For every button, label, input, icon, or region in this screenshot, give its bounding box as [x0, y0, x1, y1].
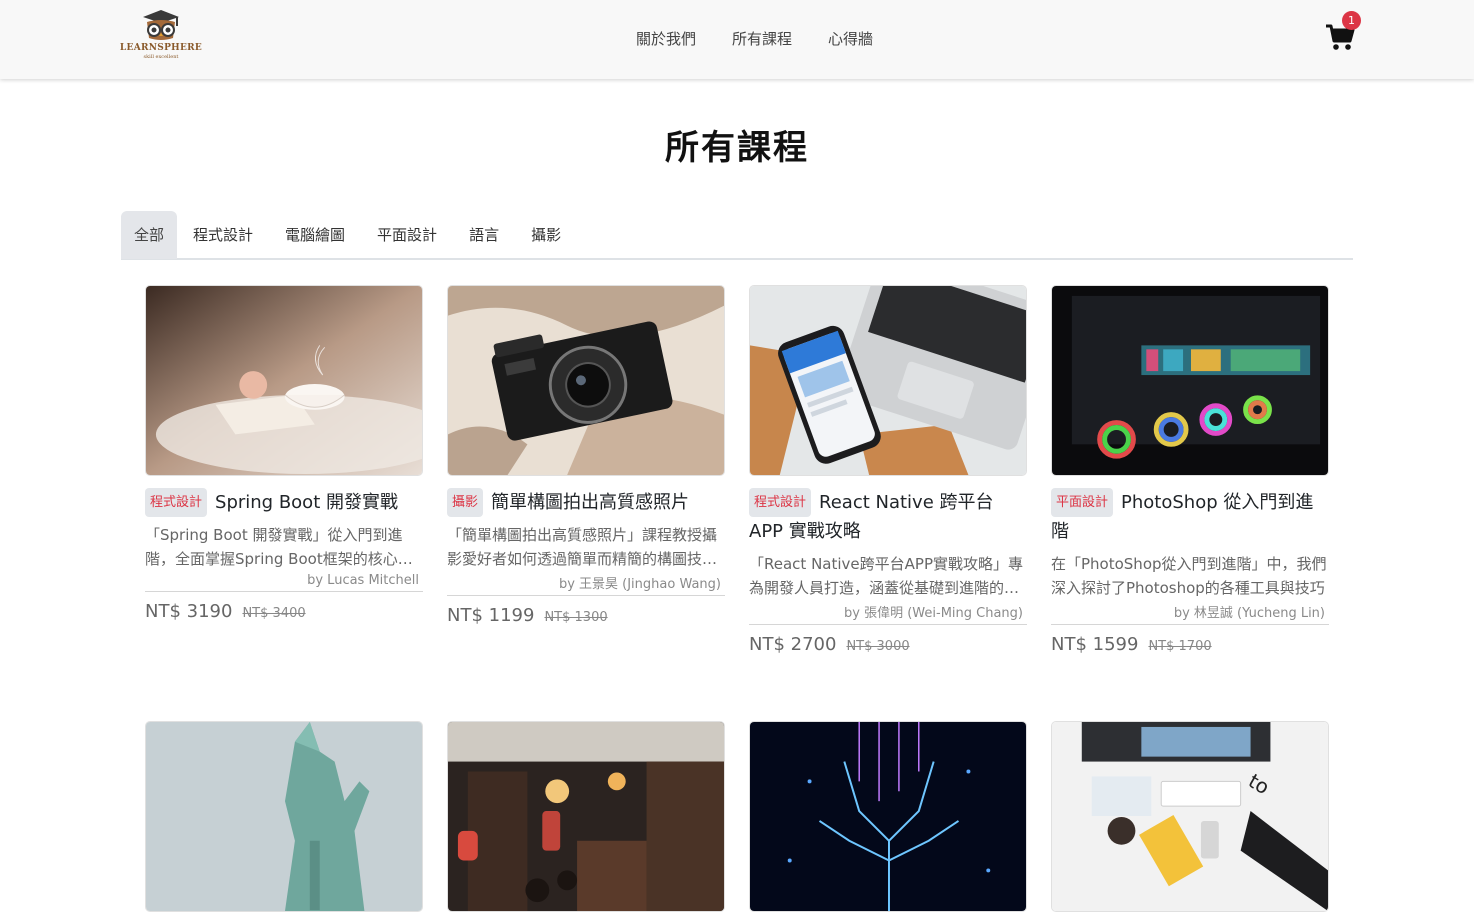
course-description: 在「PhotoShop從入門到進階」中，我們深入探討了Photoshop的各種工… [1051, 555, 1327, 597]
course-price: NT$ 2700 NT$ 3000 [749, 634, 1027, 655]
course-image-camera[interactable] [447, 285, 725, 476]
course-title: 程式設計 React Native 跨平台 APP 實戰攻略 [749, 488, 1027, 546]
course-card[interactable]: to [1051, 721, 1329, 912]
course-author: by 林昱誠 (Yucheng Lin) [1051, 600, 1329, 625]
nav-link-courses[interactable]: 所有課程 [716, 28, 812, 49]
course-title: 平面設計 PhotoShop 從入門到進階 [1051, 488, 1329, 546]
current-price: NT$ 2700 [749, 634, 837, 655]
course-title-text: 簡單構圖拍出高質感照片 [491, 492, 690, 513]
course-price: NT$ 3190 NT$ 3400 [145, 601, 423, 622]
category-badge: 程式設計 [145, 488, 208, 517]
course-card[interactable]: 程式設計 Spring Boot 開發實戰 「Spring Boot 開發實戰」從… [145, 285, 423, 622]
category-tabs: 全部 程式設計 電腦繪圖 平面設計 語言 攝影 [121, 211, 1353, 260]
course-title-text: Spring Boot 開發實戰 [215, 492, 398, 513]
logo-text: LEARNSPHERE [119, 43, 203, 53]
original-price: NT$ 3000 [846, 639, 910, 654]
tab-language[interactable]: 語言 [453, 211, 515, 259]
course-image-color-grading[interactable] [1051, 285, 1329, 476]
page-title: 所有課程 [665, 128, 809, 168]
category-badge: 平面設計 [1051, 488, 1114, 517]
logo-subtitle: skill excellent [143, 54, 179, 60]
course-author: by 王景昊 (Jinghao Wang) [447, 571, 725, 596]
tab-photography[interactable]: 攝影 [515, 211, 577, 259]
course-image-night-street[interactable] [447, 721, 725, 912]
nav-link-about[interactable]: 關於我們 [620, 28, 716, 49]
category-badge: 程式設計 [749, 488, 812, 517]
course-title: 程式設計 Spring Boot 開發實戰 [145, 488, 423, 517]
category-badge: 攝影 [447, 488, 484, 517]
owl-logo-icon [143, 10, 179, 40]
current-price: NT$ 1599 [1051, 634, 1139, 655]
course-card[interactable]: 程式設計 React Native 跨平台 APP 實戰攻略 「React Nat… [749, 285, 1027, 655]
original-price: NT$ 1700 [1148, 639, 1212, 654]
current-price: NT$ 1199 [447, 605, 535, 626]
course-price: NT$ 1199 NT$ 1300 [447, 605, 725, 626]
course-card[interactable] [447, 721, 725, 912]
course-image-phone-laptop[interactable] [749, 285, 1027, 476]
course-description: 「Spring Boot 開發實戰」從入門到進階，全面掌握Spring Boot… [145, 526, 413, 568]
original-price: NT$ 1300 [544, 610, 608, 625]
cart-count-badge: 1 [1342, 11, 1361, 30]
navbar: LEARNSPHERE skill excellent 關於我們 所有課程 心得… [0, 0, 1474, 79]
course-author: by Lucas Mitchell [145, 571, 423, 592]
tab-graphic-design[interactable]: 平面設計 [361, 211, 453, 259]
nav-link-reviews[interactable]: 心得牆 [812, 28, 893, 49]
tab-all[interactable]: 全部 [121, 211, 178, 259]
course-image-desk-workspace[interactable]: to [1051, 721, 1329, 912]
course-image-digital-tree[interactable] [749, 721, 1027, 912]
current-price: NT$ 3190 [145, 601, 233, 622]
nav-links: 關於我們 所有課程 心得牆 [620, 28, 893, 49]
course-price: NT$ 1599 NT$ 1700 [1051, 634, 1329, 655]
logo[interactable]: LEARNSPHERE skill excellent [118, 8, 204, 68]
original-price: NT$ 3400 [242, 606, 306, 621]
tab-programming[interactable]: 程式設計 [177, 211, 269, 259]
course-image-tea[interactable] [145, 285, 423, 476]
course-card[interactable] [145, 721, 423, 912]
course-image-statue-of-liberty[interactable] [145, 721, 423, 912]
course-card[interactable] [749, 721, 1027, 912]
course-author: by 張偉明 (Wei-Ming Chang) [749, 600, 1027, 625]
course-card[interactable]: 攝影 簡單構圖拍出高質感照片 「簡單構圖拍出高質感照片」課程教授攝影愛好者如何透過… [447, 285, 725, 626]
course-title: 攝影 簡單構圖拍出高質感照片 [447, 488, 725, 517]
tab-digital-drawing[interactable]: 電腦繪圖 [269, 211, 361, 259]
course-description: 「React Native跨平台APP實戰攻略」專為開發人員打造，涵蓋從基礎到進… [749, 555, 1023, 597]
course-card[interactable]: 平面設計 PhotoShop 從入門到進階 在「PhotoShop從入門到進階」中… [1051, 285, 1329, 655]
course-description: 「簡單構圖拍出高質感照片」課程教授攝影愛好者如何透過簡單而精簡的構圖技巧拍出好照… [447, 526, 718, 568]
